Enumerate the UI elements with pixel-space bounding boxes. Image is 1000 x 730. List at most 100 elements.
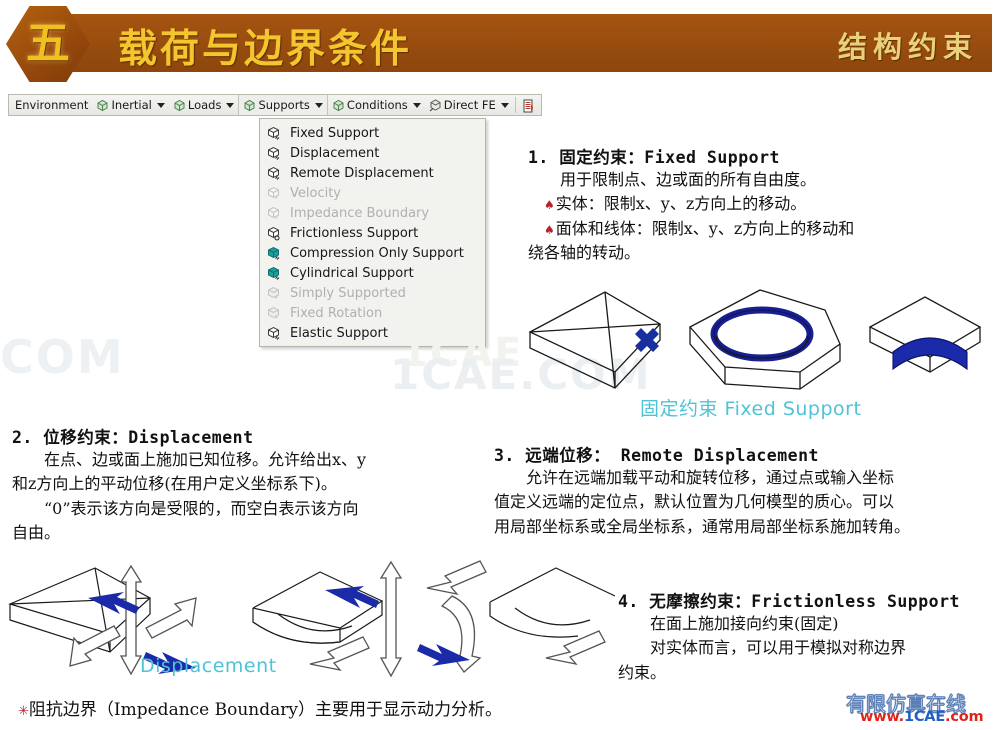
menu-item-label: Impedance Boundary: [290, 205, 430, 221]
chevron-down-icon[interactable]: [314, 102, 323, 108]
toolbar-divider: [514, 97, 516, 113]
support-cube-icon: [266, 146, 281, 161]
menu-item-impedance-boundary: Impedance Boundary: [260, 203, 485, 223]
page-title: 载荷与边界条件: [118, 26, 413, 72]
section-2-line-3: “0”表示该方向是受限的，而空白表示该方向: [44, 498, 359, 518]
displacement-figure: [0, 556, 616, 691]
cube-icon: [243, 99, 256, 112]
fixed-support-figure: [510, 272, 990, 397]
chapter-number: 五: [26, 18, 70, 69]
section-2-line-4: 自由。: [12, 522, 61, 542]
toolbar-item-conditions[interactable]: Conditions: [328, 95, 425, 115]
logo-url[interactable]: www.1CAE.com: [860, 709, 984, 725]
section-3-block: 3. 远端位移： Remote Displacement 允许在远端加载平动和旋…: [494, 442, 994, 539]
sun-bullet-icon: ✳: [18, 704, 29, 719]
menu-item-displacement[interactable]: Displacement: [260, 143, 485, 163]
teal-cube-icon: [266, 266, 281, 281]
menu-item-label: Remote Displacement: [290, 165, 434, 181]
logo-url-brand: 1CAE: [903, 709, 946, 725]
section-3-heading: 3. 远端位移： Remote Displacement: [494, 446, 819, 465]
menu-item-label: Elastic Support: [290, 325, 388, 341]
chevron-down-icon[interactable]: [412, 102, 421, 108]
support-cube-icon: [266, 206, 281, 221]
section-1-line-4: 绕各轴的转动。: [528, 242, 641, 262]
section-5-block: ✳阻抗边界（Impedance Boundary）主要用于显示动力分析。: [18, 698, 678, 724]
menu-item-label: Fixed Rotation: [290, 305, 383, 321]
section-4-line-3: 约束。: [618, 662, 667, 682]
slide-root: 五 载荷与边界条件 结构约束 Environment Inertial Load…: [0, 0, 1000, 730]
toolbar-item-inertial[interactable]: Inertial: [92, 95, 168, 115]
cube-icon: [96, 99, 109, 112]
menu-item-elastic-support[interactable]: Elastic Support: [260, 323, 485, 343]
chevron-down-icon[interactable]: [156, 102, 165, 108]
menu-item-simply-supported: Simply Supported: [260, 283, 485, 303]
section-1-heading: 1. 固定约束：Fixed Support: [528, 148, 780, 167]
logo-url-prefix: www.: [860, 709, 904, 725]
support-cube-icon: [266, 306, 281, 321]
section-1-block: 1. 固定约束：Fixed Support 用于限制点、边或面的所有自由度。 ♠…: [528, 144, 990, 265]
section-4-heading: 4. 无摩擦约束：Frictionless Support: [618, 592, 960, 611]
menu-item-compression-only-support[interactable]: Compression Only Support: [260, 243, 485, 263]
section-3-line-1: 允许在远端加载平动和旋转位移，通过点或输入坐标: [526, 468, 895, 487]
menu-item-label: Cylindrical Support: [290, 265, 414, 281]
section-1-line-2: ♠实体：限制x、y、z方向上的移动。: [544, 194, 807, 214]
toolbar-label: Environment: [15, 98, 89, 112]
worksheet-icon-button[interactable]: [518, 95, 539, 115]
cube-icon: [429, 98, 442, 112]
page-subtitle: 结构约束: [837, 30, 978, 64]
section-2-line-1: 在点、边或面上施加已知位移。允许给出x、y: [44, 450, 367, 469]
menu-item-label: Velocity: [290, 185, 341, 201]
menu-item-cylindrical-support[interactable]: Cylindrical Support: [260, 263, 485, 283]
chevron-down-icon[interactable]: [226, 102, 235, 108]
menu-item-fixed-rotation: Fixed Rotation: [260, 303, 485, 323]
section-1-line-1: 用于限制点、边或面的所有自由度。: [560, 170, 817, 189]
spade-bullet-icon: ♠: [544, 198, 555, 213]
site-logo[interactable]: 有限仿真在线 www.1CAE.com: [846, 688, 996, 728]
support-cube-icon: [266, 166, 281, 181]
ansys-toolbar[interactable]: Environment Inertial Loads Supports Cond…: [8, 94, 542, 116]
section-4-line-2: 对实体而言，可以用于模拟对称边界: [650, 638, 907, 658]
toolbar-item-environment[interactable]: Environment: [11, 95, 92, 115]
section-2-block: 2. 位移约束：Displacement 在点、边或面上施加已知位移。允许给出x…: [12, 424, 482, 545]
support-cube-icon: [266, 226, 281, 241]
support-cube-icon: [266, 286, 281, 301]
worksheet-icon: [522, 99, 535, 112]
spade-bullet-icon: ♠: [544, 222, 555, 237]
menu-item-label: Simply Supported: [290, 285, 406, 301]
section-2-line-2: 和z方向上的平动位移(在用户定义坐标系下)。: [12, 474, 337, 494]
toolbar-label: Loads: [187, 98, 222, 112]
chevron-down-icon[interactable]: [500, 102, 509, 108]
menu-item-label: Fixed Support: [290, 125, 380, 141]
toolbar-item-direct-fe[interactable]: Direct FE: [425, 95, 513, 115]
supports-dropdown-menu[interactable]: Fixed Support Displacement Remote Displa…: [259, 118, 486, 347]
logo-url-suffix: .com: [945, 709, 984, 725]
impedance-note-text: 阻抗边界（Impedance Boundary）主要用于显示动力分析。: [28, 700, 503, 720]
toolbar-label: Direct FE: [443, 98, 496, 112]
cube-icon: [173, 99, 186, 112]
menu-item-frictionless-support[interactable]: Frictionless Support: [260, 223, 485, 243]
slide-header: 五 载荷与边界条件 结构约束: [0, 0, 1000, 88]
toolbar-item-loads[interactable]: Loads: [169, 95, 239, 115]
menu-item-label: Displacement: [290, 145, 380, 161]
menu-item-velocity: Velocity: [260, 183, 485, 203]
section-3-line-2: 值定义远端的定位点，默认位置为几何模型的质心。可以: [494, 492, 895, 512]
cube-icon: [332, 99, 345, 112]
menu-item-label: Frictionless Support: [290, 225, 419, 241]
support-cube-icon: [266, 126, 281, 141]
caption-displacement: Displacement: [140, 655, 277, 677]
section-3-line-3: 用局部坐标系或全局坐标系，通常用局部坐标系施加转角。: [494, 516, 911, 536]
support-cube-icon: [266, 326, 281, 341]
section-1-line-3: ♠面体和线体：限制x、y、z方向上的移动和: [544, 218, 855, 238]
menu-item-remote-displacement[interactable]: Remote Displacement: [260, 163, 485, 183]
section-2-heading: 2. 位移约束：Displacement: [12, 428, 254, 447]
toolbar-label: Supports: [258, 98, 310, 112]
support-cube-icon: [266, 186, 281, 201]
watermark-left: COM: [0, 330, 125, 384]
toolbar-item-supports[interactable]: Supports: [238, 95, 328, 115]
toolbar-label: Conditions: [346, 98, 408, 112]
teal-cube-icon: [266, 246, 281, 261]
section-4-line-1: 在面上施加接向约束(固定): [650, 614, 839, 633]
menu-item-fixed-support[interactable]: Fixed Support: [260, 123, 485, 143]
menu-item-label: Compression Only Support: [290, 245, 464, 261]
impedance-note: ✳阻抗边界（Impedance Boundary）主要用于显示动力分析。: [18, 698, 678, 724]
